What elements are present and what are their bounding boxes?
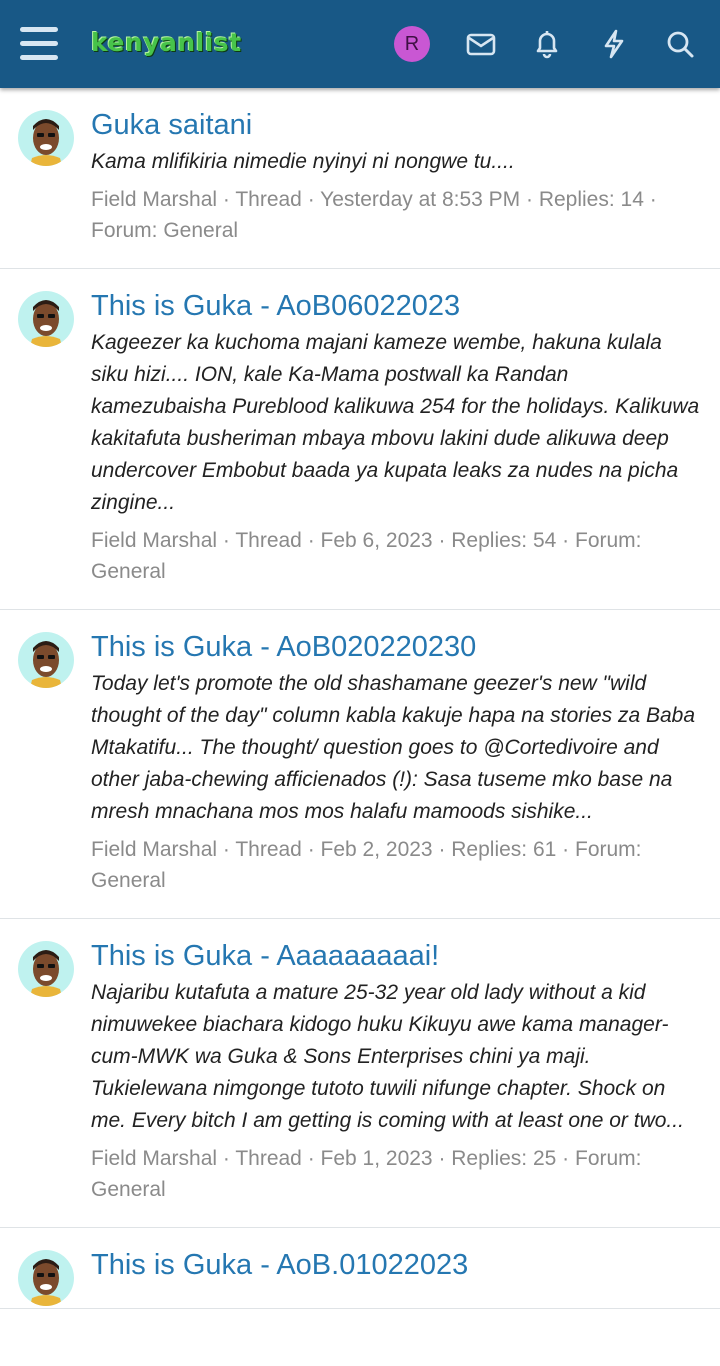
- thread-snippet: Kama mlifikiria nimedie nyinyi ni nongwe…: [91, 150, 515, 173]
- member-avatar[interactable]: [18, 632, 74, 688]
- thread-title-link[interactable]: This is Guka - AoB020220230: [91, 628, 700, 666]
- member-avatar[interactable]: [18, 291, 74, 347]
- menu-icon[interactable]: [20, 27, 58, 61]
- member-avatar[interactable]: [18, 1250, 74, 1306]
- list-item: This is Guka - AoB020220230 Today let's …: [0, 610, 720, 919]
- member-avatar[interactable]: [18, 941, 74, 997]
- user-avatar[interactable]: R: [394, 26, 430, 62]
- search-icon[interactable]: [662, 26, 698, 62]
- thread-title-link[interactable]: This is Guka - AoB06022023: [91, 287, 700, 325]
- thread-snippet: Today let's promote the old shashamane g…: [91, 672, 696, 823]
- list-item: This is Guka - Aaaaaaaaai! Najaribu kuta…: [0, 919, 720, 1228]
- envelope-icon[interactable]: [463, 26, 499, 62]
- bolt-icon[interactable]: [596, 26, 632, 62]
- top-bar: kenyanlist R: [0, 0, 720, 88]
- thread-snippet: Najaribu kutafuta a mature 25-32 year ol…: [91, 981, 684, 1132]
- thread-title-link[interactable]: This is Guka - Aaaaaaaaai!: [91, 937, 700, 975]
- list-item: Guka saitani Kama mlifikiria nimedie nyi…: [0, 88, 720, 269]
- thread-meta: Field Marshal · Thread · Feb 1, 2023 · R…: [91, 1147, 642, 1201]
- thread-meta: Field Marshal · Thread · Feb 2, 2023 · R…: [91, 838, 642, 892]
- thread-snippet: Kageezer ka kuchoma majani kameze wembe,…: [91, 331, 700, 514]
- bell-icon[interactable]: [529, 26, 565, 62]
- search-results: Guka saitani Kama mlifikiria nimedie nyi…: [0, 88, 720, 1309]
- site-logo[interactable]: kenyanlist: [91, 28, 242, 57]
- list-item: This is Guka - AoB.01022023: [0, 1228, 720, 1309]
- thread-title-link[interactable]: This is Guka - AoB.01022023: [91, 1246, 700, 1284]
- member-avatar[interactable]: [18, 110, 74, 166]
- thread-meta: Field Marshal · Thread · Yesterday at 8:…: [91, 188, 657, 242]
- list-item: This is Guka - AoB06022023 Kageezer ka k…: [0, 269, 720, 610]
- thread-title-link[interactable]: Guka saitani: [91, 106, 700, 144]
- thread-meta: Field Marshal · Thread · Feb 6, 2023 · R…: [91, 529, 642, 583]
